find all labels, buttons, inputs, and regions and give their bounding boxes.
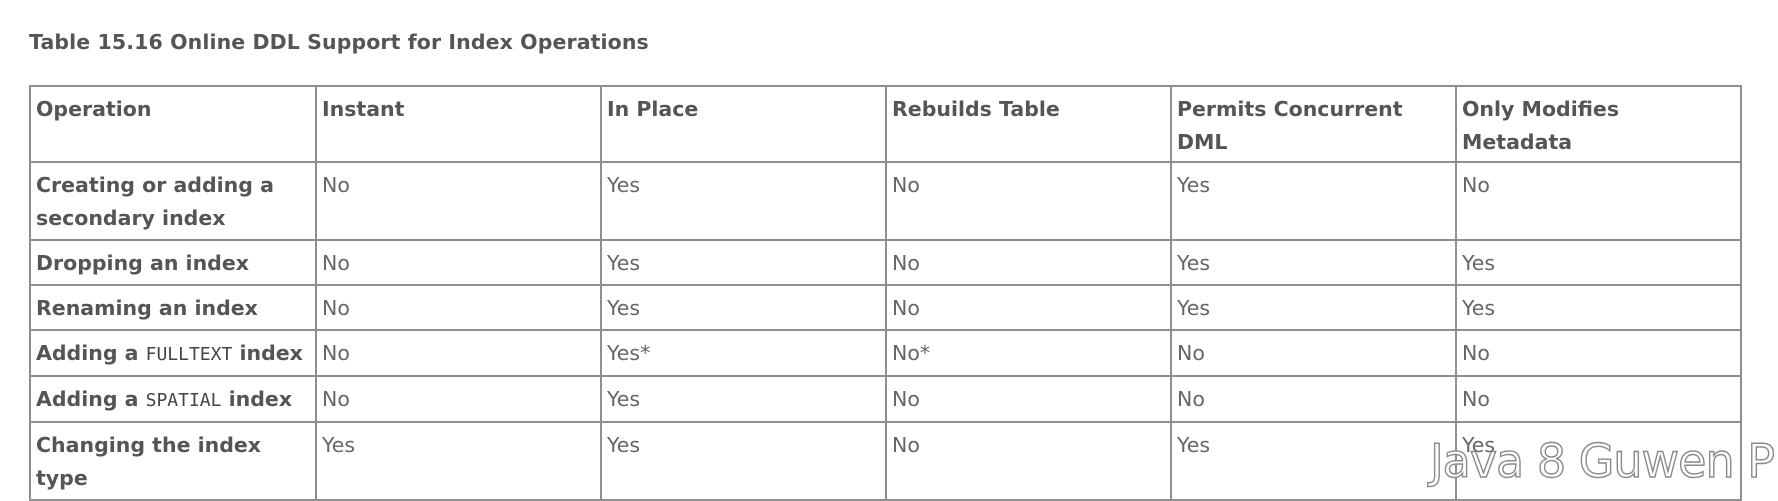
operation-cell: Creating or adding a secondary index	[29, 161, 317, 241]
table-cell: Yes	[1170, 239, 1457, 286]
table-caption: Table 15.16 Online DDL Support for Index…	[29, 30, 649, 54]
table-cell: No	[885, 161, 1172, 241]
table-cell: Yes	[1455, 284, 1742, 331]
column-header: In Place	[600, 85, 887, 163]
table-cell: No*	[885, 329, 1172, 377]
table-cell: No	[1170, 375, 1457, 423]
table-cell: No	[315, 284, 602, 331]
table-row: Adding a SPATIAL index No Yes No No No	[29, 375, 1742, 423]
table-cell: Yes	[600, 284, 887, 331]
operation-text: Renaming an index	[36, 296, 258, 320]
table-cell: No	[885, 375, 1172, 423]
operation-cell: Renaming an index	[29, 284, 317, 331]
table-cell: Yes	[1170, 161, 1457, 241]
table-cell: Yes	[600, 375, 887, 423]
column-header: Operation	[29, 85, 317, 163]
table-cell: Yes	[600, 239, 887, 286]
table-cell: No	[315, 375, 602, 423]
table-cell: No	[315, 161, 602, 241]
operation-text: Dropping an index	[36, 251, 249, 275]
operation-text: Changing the index type	[36, 433, 262, 490]
operation-text-suffix: index	[221, 387, 293, 411]
table-cell: No	[315, 329, 602, 377]
watermark-text: Java 8 Guwen P	[1429, 434, 1775, 488]
operation-text: Creating or adding a secondary index	[36, 173, 274, 230]
table-cell: No	[1170, 329, 1457, 377]
table-row: Dropping an index No Yes No Yes Yes	[29, 239, 1742, 286]
table-cell: No	[885, 421, 1172, 501]
operation-cell: Adding a SPATIAL index	[29, 375, 317, 423]
table-cell: Yes	[315, 421, 602, 501]
operation-cell: Adding a FULLTEXT index	[29, 329, 317, 377]
table-cell: Yes	[600, 161, 887, 241]
operation-text: Adding a	[36, 341, 146, 365]
table-cell: Yes*	[600, 329, 887, 377]
table-cell: No	[1455, 375, 1742, 423]
table-row: Adding a FULLTEXT index No Yes* No* No N…	[29, 329, 1742, 377]
table-cell: No	[1455, 329, 1742, 377]
operation-text: Adding a	[36, 387, 146, 411]
table-row: Renaming an index No Yes No Yes Yes	[29, 284, 1742, 331]
code-keyword: SPATIAL	[145, 390, 222, 411]
column-header: Rebuilds Table	[885, 85, 1172, 163]
table-cell: No	[1455, 161, 1742, 241]
column-header: Only Modifies Metadata	[1455, 85, 1742, 163]
table-cell: No	[885, 284, 1172, 331]
table-cell: Yes	[600, 421, 887, 501]
column-header: Permits Concurrent DML	[1170, 85, 1457, 163]
table-cell: Yes	[1455, 239, 1742, 286]
code-keyword: FULLTEXT	[145, 344, 233, 365]
operation-cell: Changing the index type	[29, 421, 317, 501]
column-header: Instant	[315, 85, 602, 163]
table-cell: Yes	[1170, 284, 1457, 331]
table-row: Creating or adding a secondary index No …	[29, 161, 1742, 241]
table-cell: No	[315, 239, 602, 286]
operation-text-suffix: index	[232, 341, 303, 365]
table-header-row: Operation Instant In Place Rebuilds Tabl…	[29, 85, 1742, 163]
table-cell: No	[885, 239, 1172, 286]
table-cell: Yes	[1170, 421, 1457, 501]
operation-cell: Dropping an index	[29, 239, 317, 286]
